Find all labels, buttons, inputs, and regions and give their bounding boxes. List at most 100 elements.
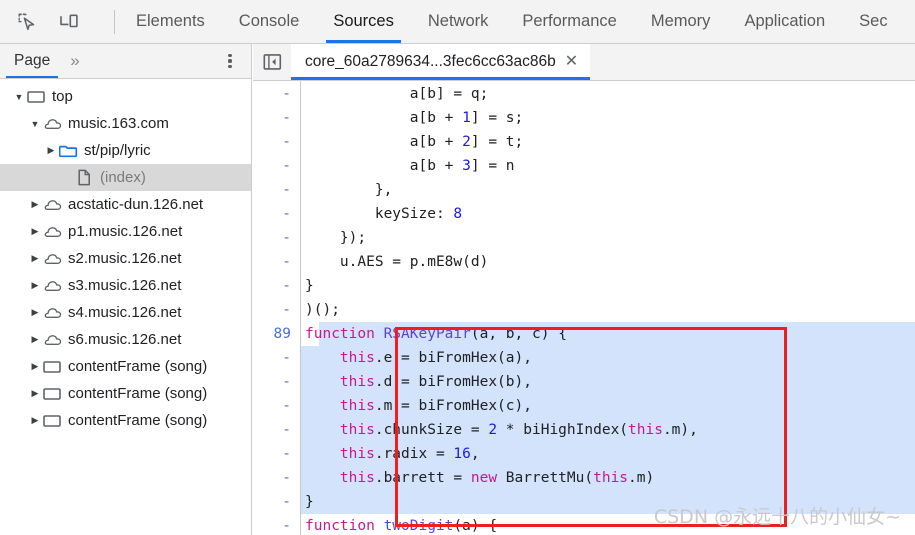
code-line[interactable]: )();	[305, 298, 340, 322]
chevron-right-icon[interactable]: ▶	[28, 225, 42, 239]
chevron-right-icon[interactable]: ▶	[28, 414, 42, 428]
toggle-navigator-icon[interactable]	[253, 44, 291, 80]
code-line[interactable]: a[b + 2] = t;	[305, 130, 524, 154]
code-token: ] = s;	[470, 110, 524, 126]
chevron-right-icon[interactable]: ▶	[28, 198, 42, 212]
tree-item-music-163[interactable]: ▼ music.163.com	[0, 110, 251, 137]
tab-sources-label: Sources	[333, 12, 394, 30]
highlighted-code-band	[301, 490, 915, 514]
code-line[interactable]: this .chunkSize = 2 * biHighIndex(this .m)…	[305, 418, 698, 442]
gutter-dash[interactable]: -	[253, 226, 298, 250]
editor-tabbar: core_60a2789634...3fec6cc63ac86b ✕	[253, 44, 915, 81]
tree-item-top[interactable]: ▼ top	[0, 83, 251, 110]
chevron-right-icon[interactable]: ▶	[28, 387, 42, 401]
tree-item-contentframe-2[interactable]: ▶ contentFrame (song)	[0, 380, 251, 407]
code-token: BarrettMu(	[505, 470, 594, 486]
code-line[interactable]: keySize: 8	[305, 202, 462, 226]
chevron-right-icon[interactable]: ▶	[28, 252, 42, 266]
tab-performance-label: Performance	[522, 12, 617, 30]
code-line[interactable]: }	[305, 490, 314, 514]
code-line[interactable]: this .d = biFromHex(b),	[305, 370, 532, 394]
tab-performance[interactable]: Performance	[505, 0, 633, 43]
gutter-divider	[300, 81, 301, 535]
tab-security[interactable]: Sec	[842, 0, 904, 43]
navigator-tab-page[interactable]: Page	[0, 44, 64, 78]
code-line[interactable]: }	[305, 274, 314, 298]
chevron-down-icon[interactable]: ▼	[12, 90, 26, 104]
chevron-down-icon[interactable]: ▼	[28, 117, 42, 131]
tab-elements[interactable]: Elements	[119, 0, 222, 43]
chevron-right-icon[interactable]: ▶	[28, 279, 42, 293]
inspect-element-icon[interactable]	[14, 9, 40, 35]
code-line[interactable]: },	[305, 178, 392, 202]
more-options-icon[interactable]	[221, 51, 239, 71]
code-line[interactable]: a[b + 1] = s;	[305, 106, 524, 130]
code-token: ] = n	[470, 158, 515, 174]
more-tabs-icon[interactable]: »	[64, 44, 83, 78]
editor-tab-core-file[interactable]: core_60a2789634...3fec6cc63ac86b ✕	[291, 44, 591, 80]
gutter-dash[interactable]: -	[253, 346, 298, 370]
tree-item-index[interactable]: ▶ (index)	[0, 164, 251, 191]
gutter-dash[interactable]: -	[253, 250, 298, 274]
tree-item-s6-music[interactable]: ▶ s6.music.126.net	[0, 326, 251, 353]
chevron-right-icon[interactable]: ▶	[44, 144, 58, 158]
code-line[interactable]: this .m = biFromHex(c),	[305, 394, 532, 418]
gutter-dash[interactable]: -	[253, 442, 298, 466]
tree-item-label: s2.music.126.net	[68, 250, 182, 267]
tab-console[interactable]: Console	[222, 0, 317, 43]
gutter-dash[interactable]: -	[253, 490, 298, 514]
code-line[interactable]: u.AES = p.mE8w(d)	[305, 250, 488, 274]
code-token: keySize:	[305, 206, 454, 222]
code-token: this	[339, 422, 375, 438]
code-token: ,	[470, 446, 480, 462]
tree-item-s3-music[interactable]: ▶ s3.music.126.net	[0, 272, 251, 299]
gutter-dash[interactable]: -	[253, 130, 298, 154]
tab-network[interactable]: Network	[411, 0, 506, 43]
tree-item-contentframe-1[interactable]: ▶ contentFrame (song)	[0, 353, 251, 380]
gutter-dash[interactable]: -	[253, 418, 298, 442]
tab-application[interactable]: Application	[727, 0, 842, 43]
tree-item-s2-music[interactable]: ▶ s2.music.126.net	[0, 245, 251, 272]
code-token: .m)	[628, 470, 655, 486]
code-line[interactable]: this .radix = 16,	[305, 442, 480, 466]
code-token: 16	[453, 446, 471, 462]
gutter-dash[interactable]: -	[253, 82, 298, 106]
tree-item-acstatic-dun[interactable]: ▶ acstatic-dun.126.net	[0, 191, 251, 218]
gutter-dash[interactable]: -	[253, 394, 298, 418]
code-line[interactable]: });	[305, 226, 366, 250]
tree-item-contentframe-3[interactable]: ▶ contentFrame (song)	[0, 407, 251, 434]
code-token: a[b +	[305, 134, 463, 150]
gutter-dash[interactable]: -	[253, 154, 298, 178]
code-line[interactable]: this .e = biFromHex(a),	[305, 346, 532, 370]
code-viewer[interactable]: - a[b] = q; - a[b + 1] = s; - a[b + 2] = t…	[253, 81, 915, 535]
code-token: 8	[453, 206, 463, 222]
device-toolbar-icon[interactable]	[56, 9, 82, 35]
code-line[interactable]: a[b] = q;	[305, 82, 489, 106]
chevron-right-icon[interactable]: ▶	[28, 306, 42, 320]
gutter-dash[interactable]: -	[253, 274, 298, 298]
tab-sources[interactable]: Sources	[316, 0, 411, 43]
gutter-dash[interactable]: -	[253, 106, 298, 130]
gutter-line-number[interactable]: 89	[253, 322, 298, 346]
code-token: .e = biFromHex(a),	[374, 350, 532, 366]
code-line[interactable]: a[b + 3] = n	[305, 154, 515, 178]
gutter-dash[interactable]: -	[253, 370, 298, 394]
chevron-right-icon[interactable]: ▶	[28, 333, 42, 347]
tab-memory[interactable]: Memory	[634, 0, 728, 43]
code-token: this	[339, 374, 375, 390]
gutter-dash[interactable]: -	[253, 466, 298, 490]
chevron-right-icon[interactable]: ▶	[28, 360, 42, 374]
tree-item-st-pip-lyric[interactable]: ▶ st/pip/lyric	[0, 137, 251, 164]
gutter-dash[interactable]: -	[253, 514, 298, 535]
code-line[interactable]: function RSAKeyPair (a, b, c) {	[305, 322, 567, 346]
gutter-dash[interactable]: -	[253, 298, 298, 322]
code-token: .radix =	[374, 446, 454, 462]
tree-item-p1-music[interactable]: ▶ p1.music.126.net	[0, 218, 251, 245]
tree-item-s4-music[interactable]: ▶ s4.music.126.net	[0, 299, 251, 326]
code-line[interactable]: function twoDigit (a) {	[305, 514, 497, 535]
gutter-dash[interactable]: -	[253, 202, 298, 226]
code-line[interactable]: this .barrett = new BarrettMu(this .m)	[305, 466, 654, 490]
close-icon[interactable]: ✕	[565, 54, 578, 70]
tab-security-label: Sec	[859, 12, 888, 30]
gutter-dash[interactable]: -	[253, 178, 298, 202]
